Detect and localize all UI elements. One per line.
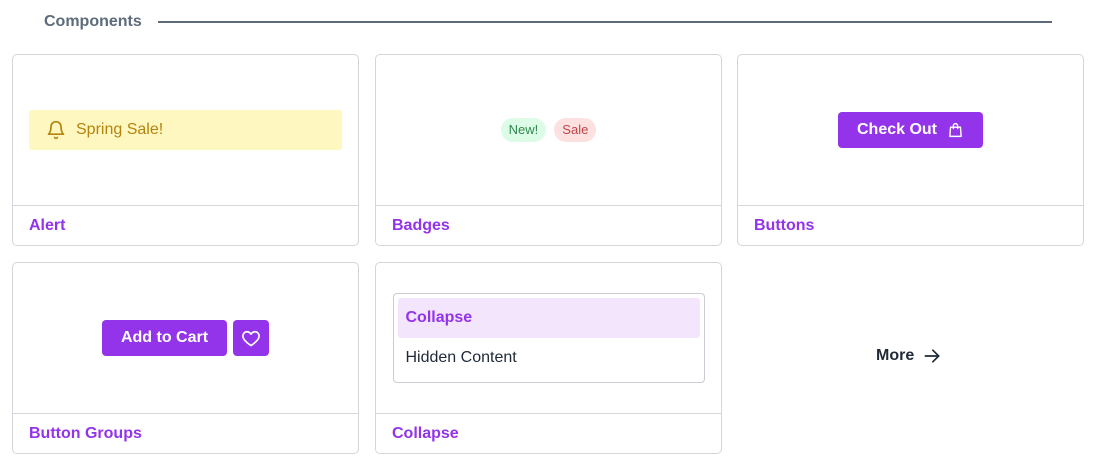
card-footer: Button Groups — [13, 413, 358, 453]
card-button-groups: Add to Cart Button Groups — [12, 262, 359, 454]
add-to-cart-button[interactable]: Add to Cart — [102, 320, 227, 356]
card-alert: Spring Sale! Alert — [12, 54, 359, 246]
alert-text: Spring Sale! — [76, 121, 164, 138]
card-footer: Collapse — [376, 413, 721, 453]
collapse-content: Hidden Content — [405, 349, 517, 366]
card-preview: Spring Sale! — [13, 55, 358, 205]
collapse-preview: Collapse Hidden Content — [392, 293, 705, 383]
bell-icon — [47, 120, 65, 140]
section-title: Components — [44, 13, 142, 30]
collapse-toggle[interactable]: Collapse — [397, 298, 700, 338]
favorite-button[interactable] — [233, 320, 269, 356]
card-badges: New! Sale Badges — [375, 54, 722, 246]
button-groups-link[interactable]: Button Groups — [29, 425, 142, 443]
checkout-button[interactable]: Check Out — [838, 112, 983, 148]
buttons-link[interactable]: Buttons — [754, 217, 814, 235]
card-footer: Alert — [13, 205, 358, 245]
more-link[interactable]: More — [876, 346, 942, 366]
card-preview: Add to Cart — [13, 263, 358, 413]
more-label: More — [876, 347, 915, 364]
card-footer: Badges — [376, 205, 721, 245]
badge-sale: Sale — [554, 118, 597, 142]
card-collapse: Collapse Hidden Content Collapse — [375, 262, 722, 454]
badges-link[interactable]: Badges — [392, 217, 450, 235]
arrow-right-icon — [924, 349, 940, 363]
heart-icon — [242, 330, 260, 347]
collapse-link[interactable]: Collapse — [392, 425, 459, 443]
section-divider — [157, 21, 1052, 23]
badge-new: New! — [500, 118, 547, 142]
alert-preview: Spring Sale! — [29, 110, 342, 150]
card-preview: New! Sale — [376, 55, 721, 205]
card-footer: Buttons — [738, 205, 1083, 245]
card-preview: Collapse Hidden Content — [376, 263, 721, 413]
components-page: Components Spring Sale! Alert New! Sale … — [0, 0, 1097, 464]
section-header: Components — [44, 10, 1052, 34]
shopping-bag-icon — [949, 122, 962, 138]
button-group: Add to Cart — [102, 320, 269, 356]
card-buttons: Check Out Buttons — [737, 54, 1084, 246]
alert-link[interactable]: Alert — [29, 217, 65, 235]
card-preview: Check Out — [738, 55, 1083, 205]
checkout-button-label: Check Out — [856, 121, 937, 138]
